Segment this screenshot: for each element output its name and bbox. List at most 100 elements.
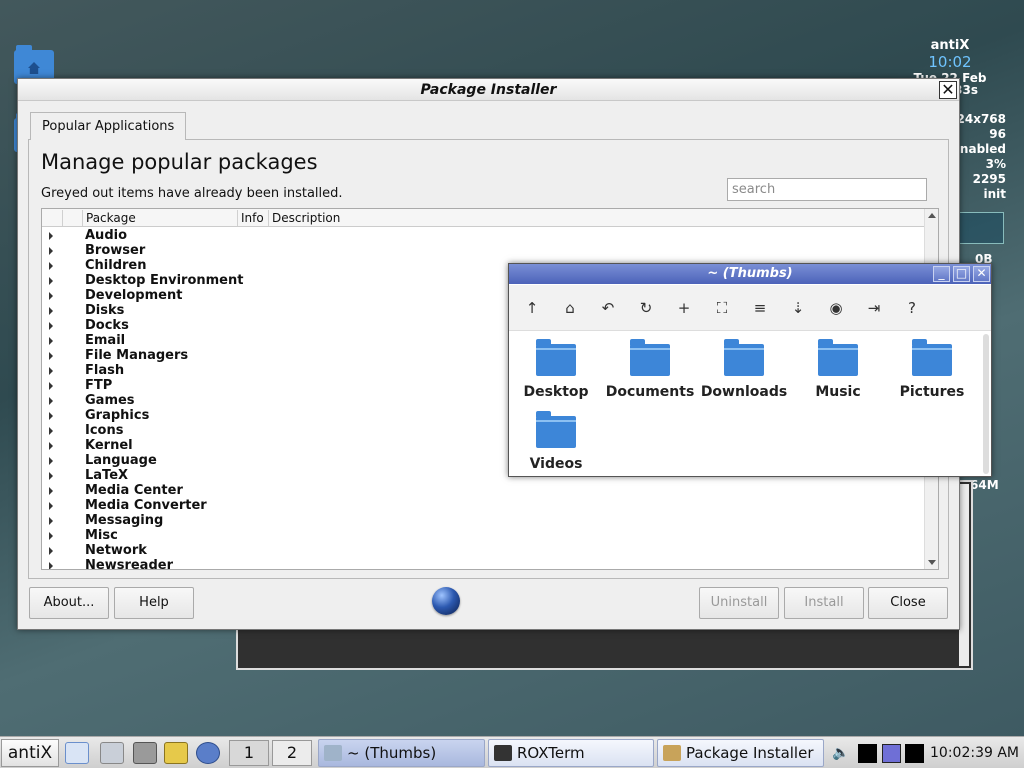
close-icon[interactable]: ✕ — [939, 81, 957, 99]
expand-arrow-icon[interactable] — [49, 412, 53, 420]
expand-arrow-icon[interactable] — [49, 307, 53, 315]
start-menu-button[interactable]: antiX — [1, 739, 59, 767]
expand-arrow-icon[interactable] — [49, 532, 53, 540]
file-manager-scrollbar[interactable] — [983, 334, 989, 474]
tree-row[interactable]: Browser — [42, 243, 924, 258]
install-button[interactable]: Install — [784, 587, 864, 619]
maximize-icon[interactable]: □ — [953, 266, 970, 282]
globe-icon — [432, 587, 460, 615]
folder-label: Pictures — [899, 384, 965, 400]
help-button[interactable]: Help — [114, 587, 194, 619]
sort-icon[interactable]: ⇣ — [787, 297, 809, 319]
tree-row[interactable]: Network — [42, 543, 924, 558]
category-label: Media Center — [85, 483, 183, 498]
refresh-icon[interactable]: ↻ — [635, 297, 657, 319]
volume-icon[interactable]: 🔈 — [832, 745, 850, 761]
expand-arrow-icon[interactable] — [49, 457, 53, 465]
tray-icon[interactable] — [858, 744, 877, 763]
network-icon[interactable] — [882, 744, 901, 763]
scroll-down-icon[interactable] — [928, 560, 936, 565]
expand-arrow-icon[interactable] — [49, 247, 53, 255]
expand-arrow-icon[interactable] — [49, 262, 53, 270]
category-label: Language — [85, 453, 157, 468]
expand-arrow-icon[interactable] — [49, 277, 53, 285]
file-manager-content: Desktop Documents Downloads Music Pictures Vi… — [509, 332, 985, 476]
category-label: Graphics — [85, 408, 150, 423]
tree-row[interactable]: Misc — [42, 528, 924, 543]
expand-arrow-icon[interactable] — [49, 397, 53, 405]
search-input[interactable] — [727, 178, 927, 201]
home-icon[interactable]: ⌂ — [559, 297, 581, 319]
conky-clock: 10:02 — [928, 53, 972, 71]
expand-arrow-icon[interactable] — [49, 352, 53, 360]
help-icon[interactable]: ? — [901, 297, 923, 319]
conky-extra: 64M — [970, 478, 999, 492]
expand-arrow-icon[interactable] — [49, 382, 53, 390]
expand-arrow-icon[interactable] — [49, 472, 53, 480]
workspace-2[interactable]: 2 — [272, 740, 312, 766]
up-icon[interactable]: ↑ — [521, 297, 543, 319]
folder-item[interactable]: Downloads — [697, 339, 791, 400]
fullscreen-icon[interactable]: ⛶ — [711, 297, 733, 319]
expand-arrow-icon[interactable] — [49, 442, 53, 450]
column-info[interactable]: Info — [237, 210, 268, 226]
expand-arrow-icon[interactable] — [49, 337, 53, 345]
about-button[interactable]: About... — [29, 587, 109, 619]
browser-icon[interactable] — [196, 742, 220, 764]
tree-row[interactable]: Newsreader — [42, 558, 924, 570]
folder-item[interactable]: Desktop — [509, 339, 603, 400]
close-icon[interactable]: ✕ — [973, 266, 990, 282]
expand-arrow-icon[interactable] — [49, 367, 53, 375]
eject-icon[interactable] — [133, 742, 157, 764]
category-label: Desktop Environment — [85, 273, 244, 288]
folder-item[interactable]: Pictures — [885, 339, 979, 400]
minimize-icon[interactable]: _ — [933, 266, 950, 282]
tree-row[interactable]: Media Converter — [42, 498, 924, 513]
expand-arrow-icon[interactable] — [49, 232, 53, 240]
task-roxterm[interactable]: ROXTerm — [488, 739, 654, 767]
show-hidden-icon[interactable]: ◉ — [825, 297, 847, 319]
expand-arrow-icon[interactable] — [49, 322, 53, 330]
column-checkbox[interactable] — [62, 210, 82, 226]
file-manager-launch-icon[interactable] — [100, 742, 124, 764]
new-window-icon[interactable]: + — [673, 297, 695, 319]
editor-icon[interactable] — [164, 742, 188, 764]
battery-icon[interactable] — [905, 744, 924, 763]
category-label: LaTeX — [85, 468, 129, 483]
folder-icon — [536, 411, 576, 448]
category-label: Flash — [85, 363, 125, 378]
fullscreen-icon[interactable] — [65, 742, 89, 764]
folder-item[interactable]: Videos — [509, 411, 603, 472]
expand-arrow-icon[interactable] — [49, 547, 53, 555]
task-thumbs[interactable]: ~ (Thumbs) — [318, 739, 485, 767]
category-label: Newsreader — [85, 558, 173, 570]
expand-arrow-icon[interactable] — [49, 427, 53, 435]
tree-row[interactable]: Audio — [42, 228, 924, 243]
back-icon[interactable]: ↶ — [597, 297, 619, 319]
folder-item[interactable]: Music — [791, 339, 885, 400]
folder-label: Videos — [529, 456, 583, 472]
workspace-1[interactable]: 1 — [229, 740, 269, 766]
tree-row[interactable]: Media Center — [42, 483, 924, 498]
terminal-icon — [494, 745, 512, 761]
scroll-up-icon[interactable] — [928, 213, 936, 218]
expand-arrow-icon[interactable] — [49, 292, 53, 300]
uninstall-button[interactable]: Uninstall — [699, 587, 779, 619]
file-manager-title: ~ (Thumbs) — [509, 264, 991, 284]
expand-arrow-icon[interactable] — [49, 502, 53, 510]
folder-item[interactable]: Documents — [603, 339, 697, 400]
close-button[interactable]: Close — [868, 587, 948, 619]
category-label: Email — [85, 333, 126, 348]
tree-row[interactable]: Messaging — [42, 513, 924, 528]
column-description[interactable]: Description — [268, 210, 924, 226]
expand-arrow-icon[interactable] — [49, 517, 53, 525]
column-package[interactable]: Package — [82, 210, 237, 226]
details-icon[interactable]: ⇥ — [863, 297, 885, 319]
tab-popular-applications[interactable]: Popular Applications — [30, 112, 187, 140]
folder-icon — [536, 339, 576, 376]
background-scrollbar[interactable] — [959, 484, 969, 666]
expand-arrow-icon[interactable] — [49, 487, 53, 495]
select-icon[interactable]: ≡ — [749, 297, 771, 319]
expand-arrow-icon[interactable] — [49, 562, 53, 569]
task-package-installer[interactable]: Package Installer — [657, 739, 824, 767]
